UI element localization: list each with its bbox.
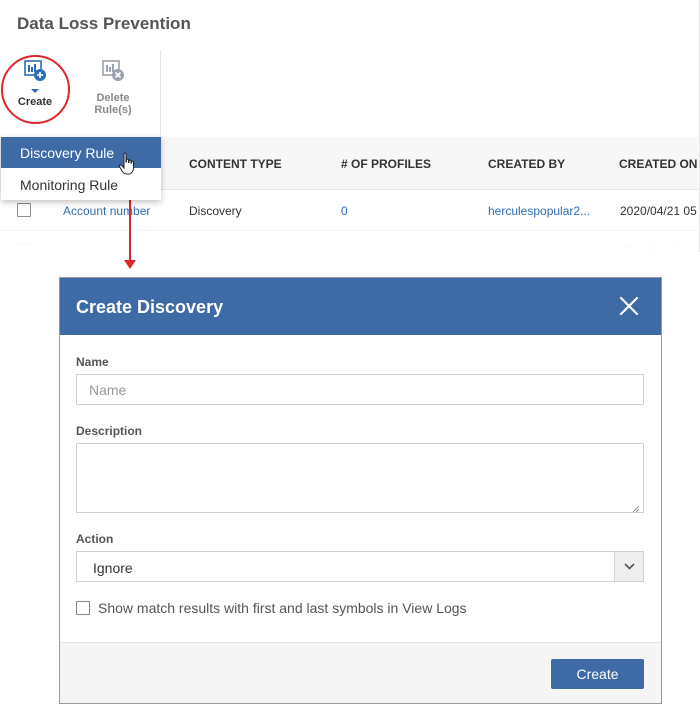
toolbar-divider — [160, 50, 161, 136]
show-match-results-label: Show match results with first and last s… — [98, 600, 467, 616]
column-header-created-by[interactable]: CREATED BY — [488, 157, 565, 171]
row-checkbox[interactable] — [17, 243, 31, 252]
row-checkbox[interactable] — [17, 203, 31, 217]
column-header-created-on[interactable]: CREATED ON — [619, 157, 697, 171]
action-label: Action — [76, 532, 114, 546]
show-match-results-checkbox[interactable] — [76, 601, 90, 615]
column-header-content-type[interactable]: CONTENT TYPE — [189, 157, 282, 171]
action-select[interactable]: Ignore — [76, 551, 644, 582]
chevron-down-icon — [624, 563, 635, 570]
dialog-header: Create Discovery — [60, 278, 661, 335]
action-select-value: Ignore — [93, 560, 133, 576]
action-select-toggle[interactable] — [614, 552, 643, 581]
rule-name-link[interactable]: Alice Desktop Files — [63, 244, 173, 252]
name-input[interactable] — [76, 374, 644, 405]
column-header-profiles[interactable]: # OF PROFILES — [341, 157, 431, 171]
delete-rules-button[interactable]: Delete Rule(s) — [78, 60, 148, 116]
created-by-link[interactable]: herculespopular2... — [488, 204, 593, 218]
page-title: Data Loss Prevention — [17, 14, 191, 33]
profiles-count-link[interactable]: 2 — [341, 244, 348, 252]
created-on-cell: 2020/04/21 05 — [620, 204, 697, 218]
create-highlight-circle — [1, 55, 70, 124]
pointer-arrow-head — [124, 260, 136, 269]
close-icon[interactable] — [619, 296, 639, 316]
create-submit-button[interactable]: Create — [551, 659, 644, 689]
pointer-arrow-line — [129, 190, 131, 262]
create-discovery-dialog: Create Discovery Name Description Action… — [59, 277, 662, 704]
resize-grip-icon[interactable] — [630, 500, 640, 518]
description-textarea[interactable] — [76, 443, 644, 513]
content-type-cell: Discovery — [189, 244, 242, 252]
dlp-page: Data Loss Prevention Create Delete Rule(… — [0, 0, 700, 252]
delete-rules-label: Delete Rule(s) — [94, 92, 132, 116]
rule-name-link[interactable]: Account number — [63, 204, 150, 218]
dialog-footer: Create — [60, 642, 661, 703]
description-label: Description — [76, 424, 143, 438]
created-by-link[interactable]: herculespopular2... — [488, 244, 593, 252]
profiles-count-link[interactable]: 0 — [341, 204, 348, 218]
delete-rule-icon — [101, 60, 125, 85]
table-row: Alice Desktop Files Discovery 2 hercules… — [0, 231, 699, 252]
content-type-cell: Discovery — [189, 204, 242, 218]
created-on-cell: 2020/01/17 12 — [620, 244, 697, 252]
dialog-title: Create Discovery — [76, 297, 224, 317]
pointer-hand-icon — [118, 152, 138, 181]
name-label: Name — [76, 355, 109, 369]
